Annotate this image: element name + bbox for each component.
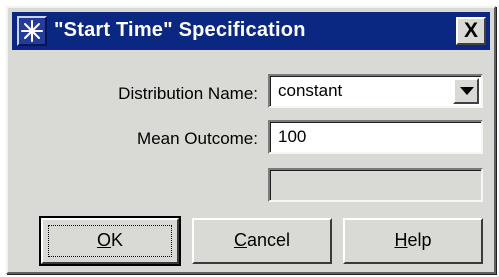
dropdown-arrow-button[interactable] bbox=[453, 78, 479, 104]
close-button[interactable]: X bbox=[456, 17, 486, 45]
triangle-down-icon bbox=[460, 87, 474, 95]
cancel-label-rest: ancel bbox=[246, 230, 291, 250]
mean-outcome-value: 100 bbox=[278, 127, 307, 146]
cancel-mnemonic: C bbox=[233, 230, 247, 250]
mean-outcome-input[interactable]: 100 bbox=[268, 120, 483, 154]
ok-label-rest: K bbox=[111, 230, 124, 250]
extra-parameter-field bbox=[268, 168, 483, 202]
distribution-name-label: Distribution Name: bbox=[118, 84, 258, 103]
distribution-name-select[interactable]: constant bbox=[268, 74, 483, 108]
mean-outcome-label: Mean Outcome: bbox=[137, 129, 258, 148]
dialog-window: "Start Time" Specification X Distributio… bbox=[6, 6, 496, 274]
ok-button[interactable]: OK bbox=[39, 216, 181, 266]
cancel-button[interactable]: Cancel bbox=[192, 218, 332, 264]
help-mnemonic: H bbox=[394, 230, 408, 250]
help-label-rest: elp bbox=[407, 230, 432, 250]
help-button[interactable]: Help bbox=[343, 218, 483, 264]
ok-mnemonic: O bbox=[96, 230, 111, 250]
title-bar[interactable]: "Start Time" Specification X bbox=[12, 12, 490, 50]
dialog-title: "Start Time" Specification bbox=[54, 19, 306, 41]
star-burst-icon bbox=[17, 16, 47, 46]
close-icon: X bbox=[463, 19, 478, 42]
distribution-name-value: constant bbox=[278, 81, 343, 100]
